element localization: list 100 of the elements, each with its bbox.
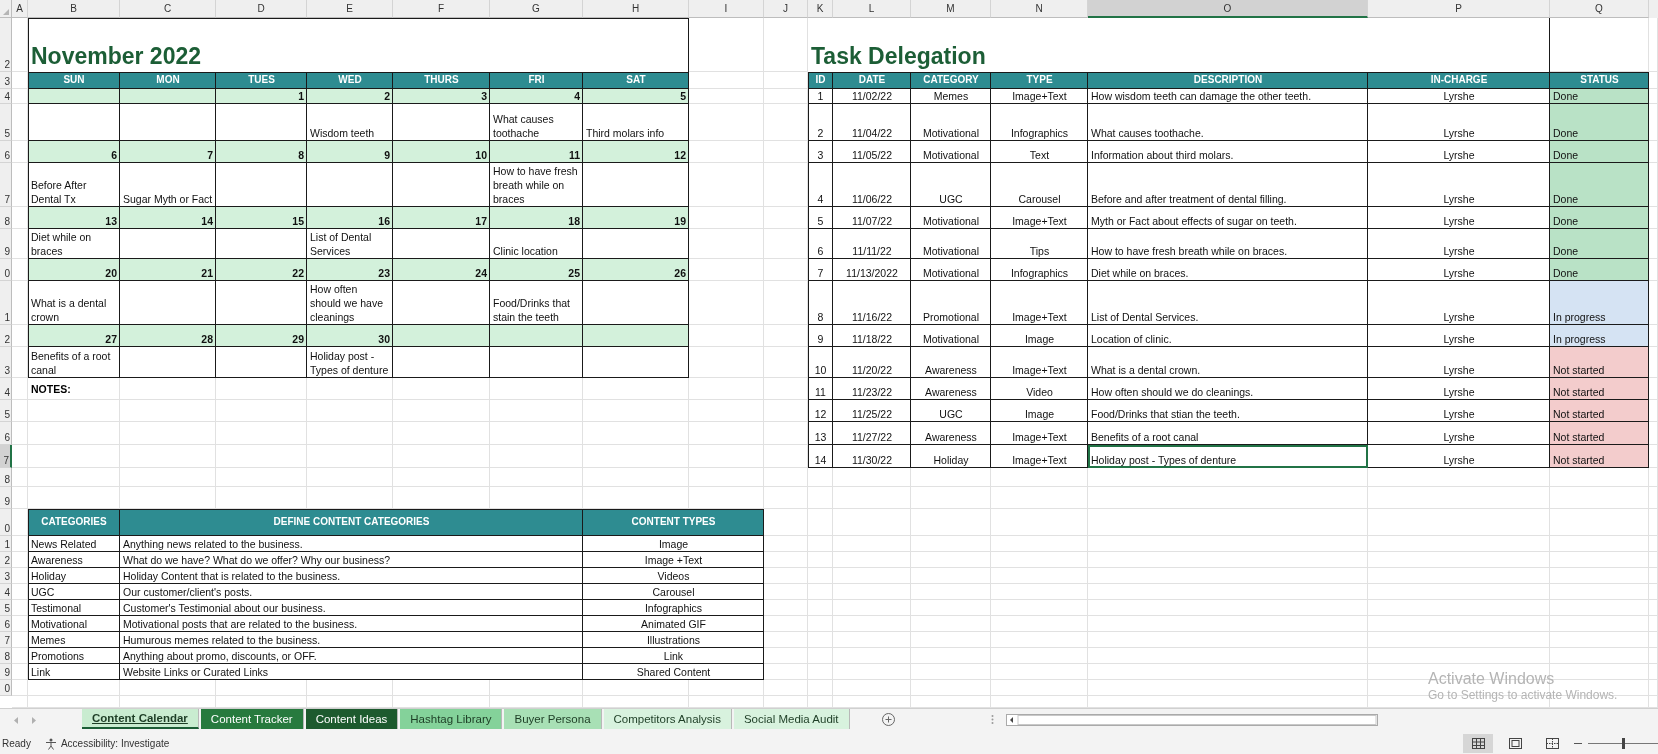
accessibility-icon[interactable]: [44, 737, 57, 750]
sheet-tab[interactable]: Hashtag Library: [400, 709, 503, 729]
table-cell: 1: [808, 89, 833, 104]
table-cell: Image: [991, 400, 1088, 422]
table-cell: 9: [808, 325, 833, 347]
table-cell: Tips: [991, 229, 1088, 259]
calendar-post: List of Dental Services: [307, 229, 393, 259]
calendar-post: Benefits of a root canal: [28, 347, 120, 378]
table-cell: 11/27/22: [833, 422, 911, 445]
table-cell: Lyrshe: [1368, 422, 1550, 445]
table-cell: Illustrations: [583, 632, 764, 648]
weekday-header: THURS: [393, 72, 490, 89]
status-cell: Done: [1550, 163, 1649, 207]
table-cell: Motivational: [911, 229, 991, 259]
column-heading: CATEGORIES: [28, 509, 120, 536]
column-header: G: [490, 0, 583, 18]
table-cell: Holiday: [28, 568, 120, 584]
table-cell: Before and after treatment of dental filling.: [1088, 163, 1368, 207]
table-cell: Motivational: [911, 259, 991, 281]
calendar-post: Sugar Myth or Fact: [120, 163, 216, 207]
table-cell: 10: [808, 347, 833, 378]
table-cell: Awareness: [28, 552, 120, 568]
column-header: D: [216, 0, 307, 18]
table-cell: UGC: [911, 400, 991, 422]
table-cell: Holiday: [911, 445, 991, 468]
calendar-post: What causes toothache: [490, 104, 583, 141]
table-cell: Holiday post - Types of denture: [1088, 445, 1368, 468]
table-cell: 8: [808, 281, 833, 325]
table-cell: Lyrshe: [1368, 378, 1550, 400]
sheet-tab[interactable]: Social Media Audit: [733, 709, 850, 729]
row-number: 7: [0, 445, 12, 468]
table-cell: Our customer/client's posts.: [120, 584, 583, 600]
day-number: 26: [583, 259, 689, 281]
table-cell: 14: [808, 445, 833, 468]
table-cell: Lyrshe: [1368, 104, 1550, 141]
table-cell: Image+Text: [991, 422, 1088, 445]
table-cell: 7: [808, 259, 833, 281]
table-cell: Awareness: [911, 422, 991, 445]
row-number: 0: [0, 509, 12, 536]
table-cell: Lyrshe: [1368, 445, 1550, 468]
horizontal-scrollbar[interactable]: [1005, 714, 1378, 726]
table-cell: Infographics: [583, 600, 764, 616]
calendar-post: How often should we have cleanings: [307, 281, 393, 325]
column-heading: CATEGORY: [911, 72, 991, 89]
sheet-tab[interactable]: Content Tracker: [200, 709, 304, 729]
accessibility-status[interactable]: Accessibility: Investigate: [60, 738, 170, 749]
table-cell: Motivational: [911, 207, 991, 229]
row-number: 1: [0, 281, 12, 325]
sheet-tab[interactable]: Buyer Persona: [504, 709, 602, 729]
day-number: 8: [216, 141, 307, 163]
day-number: 17: [393, 207, 490, 229]
status-cell: Done: [1550, 141, 1649, 163]
table-cell: Food/Drinks that stian the teeth.: [1088, 400, 1368, 422]
sheet-tab[interactable]: Content Calendar: [82, 709, 199, 729]
column-header: L: [833, 0, 911, 18]
table-cell: Testimonal: [28, 600, 120, 616]
table-cell: Carousel: [991, 163, 1088, 207]
column-header: N: [991, 0, 1088, 18]
day-number: 21: [120, 259, 216, 281]
table-cell: 13: [808, 422, 833, 445]
table-cell: Customer's Testimonial about our business.: [120, 600, 583, 616]
sheet-tab[interactable]: Competitors Analysis: [603, 709, 732, 729]
table-cell: 6: [808, 229, 833, 259]
sheet-tab[interactable]: Content Ideas: [305, 709, 399, 729]
table-cell: Image+Text: [991, 347, 1088, 378]
normal-view-icon: [1471, 738, 1485, 749]
ready-status: Ready: [2, 738, 31, 749]
add-sheet-icon[interactable]: [881, 713, 895, 726]
table-cell: Promotions: [28, 648, 120, 664]
day-number: 15: [216, 207, 307, 229]
day-number: 24: [393, 259, 490, 281]
table-cell: Awareness: [911, 378, 991, 400]
table-cell: 11/13/2022: [833, 259, 911, 281]
table-cell: How to have fresh breath while on braces.: [1088, 229, 1368, 259]
row-number: 8: [0, 468, 12, 487]
column-heading: TYPE: [991, 72, 1088, 89]
table-cell: Lyrshe: [1368, 163, 1550, 207]
calendar-post: Diet while on braces: [28, 229, 120, 259]
weekday-header: WED: [307, 72, 393, 89]
zoom-out-icon[interactable]: [1574, 742, 1582, 745]
row-number: 7: [0, 632, 12, 648]
status-cell: Not started: [1550, 378, 1649, 400]
status-cell: Not started: [1550, 347, 1649, 378]
page-layout-icon: [1508, 738, 1522, 749]
table-cell: Carousel: [583, 584, 764, 600]
table-cell: Motivational posts that are related to the business.: [120, 616, 583, 632]
status-cell: Not started: [1550, 445, 1649, 468]
status-cell: Not started: [1550, 400, 1649, 422]
table-cell: How wisdom teeth can damage the other teeth.: [1088, 89, 1368, 104]
column-heading: ID: [808, 72, 833, 89]
weekday-header: TUES: [216, 72, 307, 89]
row-number: 0: [0, 259, 12, 281]
table-cell: Lyrshe: [1368, 229, 1550, 259]
table-cell: Lyrshe: [1368, 347, 1550, 378]
calendar-title: November 2022: [28, 18, 689, 72]
table-cell: Lyrshe: [1368, 89, 1550, 104]
table-cell: Image+Text: [991, 89, 1088, 104]
table-cell: Motivational: [911, 325, 991, 347]
column-heading: IN-CHARGE: [1368, 72, 1550, 89]
view-button[interactable]: [1463, 734, 1493, 753]
